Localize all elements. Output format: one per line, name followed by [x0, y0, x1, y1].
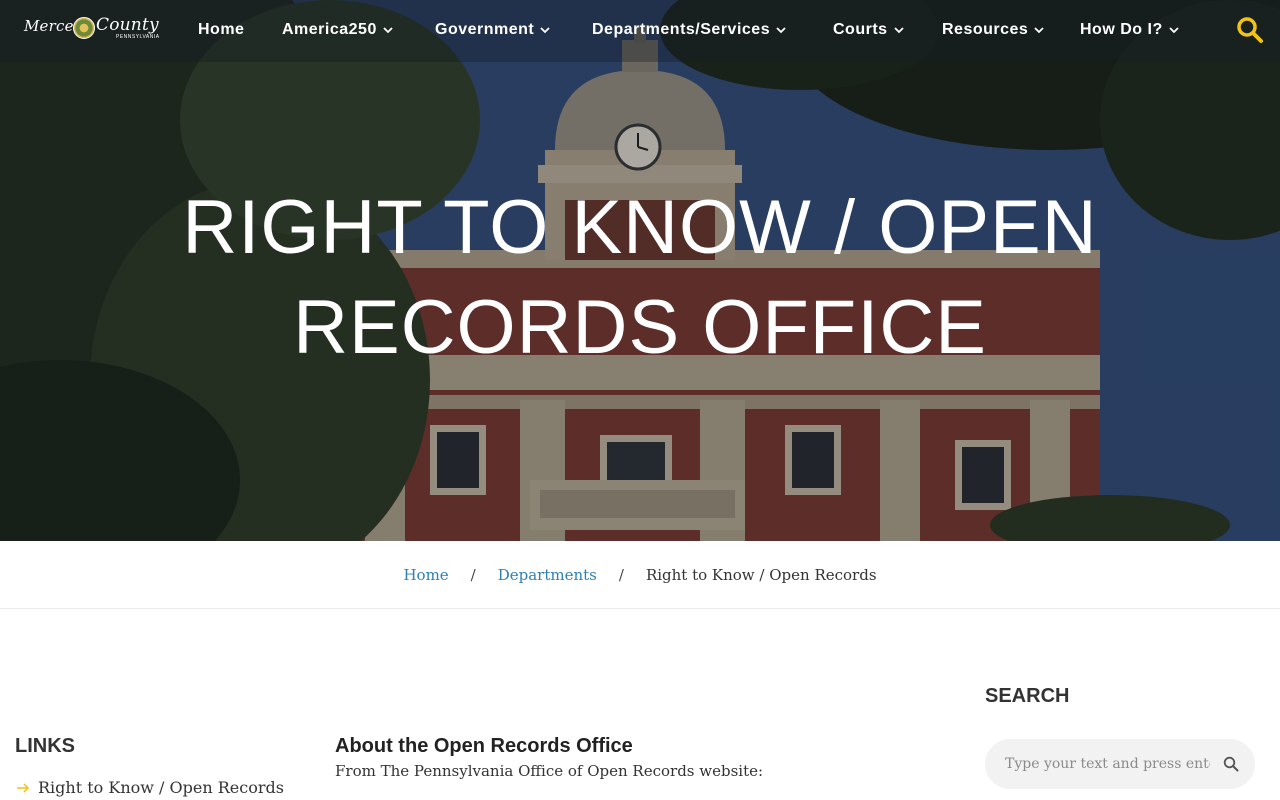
chevron-down-icon — [776, 27, 786, 34]
sidebar-link-right-to-know[interactable]: Right to Know / Open Records — [16, 778, 284, 797]
nav-courts-label: Courts — [833, 21, 888, 38]
nav-home[interactable]: Home — [198, 20, 244, 40]
search-heading: SEARCH — [985, 685, 1070, 707]
nav-government[interactable]: Government — [435, 20, 550, 40]
sidebar-search-box — [985, 739, 1255, 789]
breadcrumb-departments-link[interactable]: Departments — [498, 566, 597, 584]
chevron-down-icon — [1169, 27, 1179, 34]
search-input[interactable] — [1005, 739, 1210, 789]
sidebar-link-label: Right to Know / Open Records — [38, 778, 284, 797]
nav-government-label: Government — [435, 21, 535, 38]
links-heading: LINKS — [15, 735, 75, 757]
page-title-line1: RIGHT TO KNOW / OPEN — [182, 185, 1098, 270]
breadcrumb-separator: / — [470, 565, 476, 584]
nav-how-do-i[interactable]: How Do I? — [1080, 20, 1179, 40]
page-title: RIGHT TO KNOW / OPEN RECORDS OFFICE — [140, 178, 1140, 378]
breadcrumb-current: Right to Know / Open Records — [645, 565, 877, 584]
page-title-line2: RECORDS OFFICE — [293, 285, 987, 370]
about-heading: About the Open Records Office — [335, 735, 633, 757]
breadcrumb-separator: / — [618, 565, 624, 584]
nav-home-label: Home — [198, 21, 245, 38]
nav-america250[interactable]: America250 — [282, 20, 393, 40]
logo-subtext: PENNSYLVANIA — [116, 34, 160, 40]
chevron-down-icon — [893, 27, 904, 34]
nav-resources-label: Resources — [942, 21, 1029, 38]
logo-text-right: County — [96, 15, 159, 35]
nav-departments-services[interactable]: Departments/Services — [592, 20, 786, 40]
breadcrumb-home-link[interactable]: Home — [403, 566, 448, 584]
chevron-down-icon — [383, 27, 393, 34]
search-icon[interactable] — [1236, 16, 1264, 44]
county-seal-icon — [73, 17, 95, 39]
hero-banner: Mercer County PENNSYLVANIA Home America2… — [0, 0, 1280, 541]
breadcrumb: Home / Departments / Right to Know / Ope… — [0, 541, 1280, 609]
nav-courts[interactable]: Courts — [833, 20, 904, 40]
chevron-down-icon — [1034, 27, 1044, 34]
county-logo[interactable]: Mercer County PENNSYLVANIA — [24, 14, 159, 46]
nav-america250-label: America250 — [282, 21, 377, 38]
nav-resources[interactable]: Resources — [942, 20, 1044, 40]
nav-departments-services-label: Departments/Services — [592, 21, 771, 38]
search-icon[interactable] — [1223, 756, 1239, 772]
nav-how-do-i-label: How Do I? — [1080, 21, 1163, 38]
arrow-right-icon — [17, 782, 30, 793]
chevron-down-icon — [540, 27, 550, 34]
about-intro-text: From The Pennsylvania Office of Open Rec… — [335, 762, 764, 780]
main-navbar: Mercer County PENNSYLVANIA Home America2… — [0, 0, 1280, 62]
